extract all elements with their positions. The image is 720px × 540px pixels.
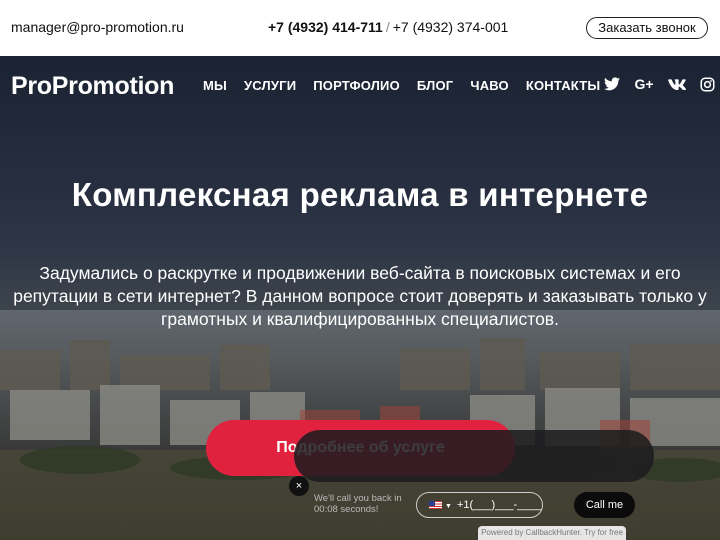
- phone-primary[interactable]: +7 (4932) 414-711: [268, 19, 383, 35]
- us-flag-icon[interactable]: [429, 501, 442, 510]
- nav-item-services[interactable]: УСЛУГИ: [244, 78, 296, 93]
- callback-widget: [294, 430, 654, 482]
- top-bar: manager@pro-promotion.ru +7 (4932) 414-7…: [0, 0, 720, 56]
- phone-secondary[interactable]: +7 (4932) 374-001: [393, 19, 509, 35]
- nav-item-faq[interactable]: ЧАВО: [470, 78, 509, 93]
- google-plus-icon[interactable]: G+: [633, 75, 655, 93]
- phone-numbers: +7 (4932) 414-711/+7 (4932) 374-001: [268, 19, 508, 35]
- nav-item-blog[interactable]: БЛОГ: [417, 78, 453, 93]
- powered-by-link[interactable]: Powered by CallbackHunter. Try for free: [478, 526, 626, 540]
- order-call-button[interactable]: Заказать звонок: [586, 17, 708, 39]
- country-dropdown-icon[interactable]: ▼: [445, 503, 452, 510]
- instagram-icon[interactable]: [698, 75, 717, 93]
- main-nav: МЫ УСЛУГИ ПОРТФОЛИО БЛОГ ЧАВО КОНТАКТЫ: [203, 78, 600, 93]
- call-me-button[interactable]: Call me: [574, 492, 635, 518]
- social-links: G+: [602, 75, 717, 93]
- phone-input[interactable]: ▼ +1(___)___-____: [416, 492, 543, 518]
- hero-title: Комплексная реклама в интернете: [71, 176, 649, 213]
- vk-icon[interactable]: [667, 75, 686, 93]
- nav-item-about[interactable]: МЫ: [203, 78, 227, 93]
- nav-item-portfolio[interactable]: ПОРТФОЛИО: [313, 78, 400, 93]
- nav-item-contacts[interactable]: КОНТАКТЫ: [526, 78, 600, 93]
- twitter-icon[interactable]: [602, 75, 621, 93]
- callback-message: We'll call you back in 00:08 seconds!: [314, 493, 402, 515]
- phone-separator: /: [385, 19, 390, 35]
- site-logo[interactable]: ProPromotion: [11, 72, 174, 101]
- hero-lead: Задумались о раскрутке и продвижении веб…: [13, 263, 707, 329]
- close-icon[interactable]: ×: [289, 476, 309, 496]
- phone-placeholder: +1(___)___-____: [456, 499, 542, 511]
- contact-email[interactable]: manager@pro-promotion.ru: [11, 19, 184, 35]
